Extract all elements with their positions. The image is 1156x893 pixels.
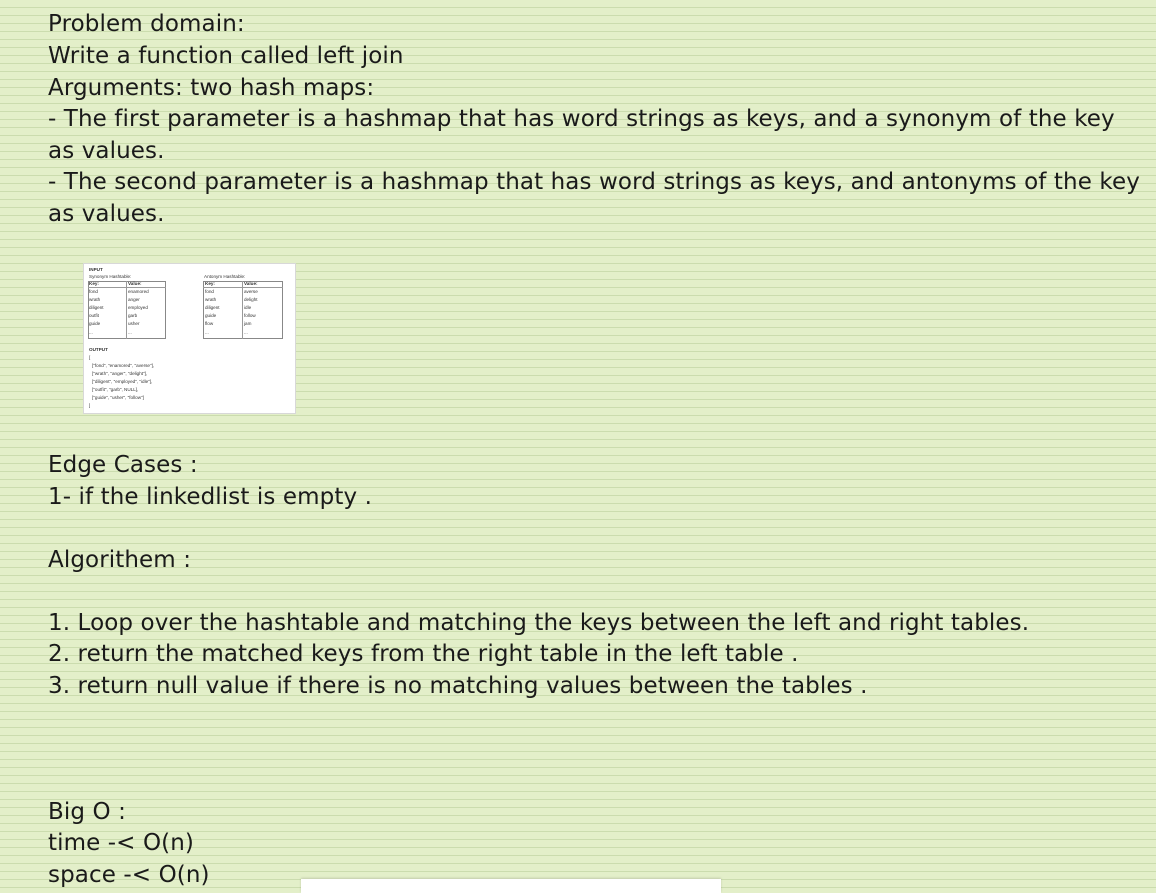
thumb-output-label: OUTPUT (89, 347, 108, 352)
thumb-output-row: ["guide", "usher", "follow"] (92, 395, 144, 400)
thumb-synonym-key: fond (89, 289, 98, 294)
thumb-antonym-value: averse (244, 289, 258, 294)
thumb-synonym-header-rule (88, 287, 166, 288)
thumb-antonym-value: idle (244, 305, 252, 310)
thumb-antonym-key-header: Key: (205, 281, 215, 286)
thumb-antonym-key: fond (205, 289, 214, 294)
thumb-antonym-value: ... (244, 330, 248, 335)
second-parameter-line: - The second parameter is a hashmap that… (48, 169, 1140, 195)
thumb-synonym-key: outfit (89, 313, 99, 318)
thumb-output-row: ["outfit", "garb", NULL], (92, 387, 139, 392)
algorithm-step-3: 3. return null value if there is no matc… (48, 673, 868, 699)
thumb-antonym-key: flow (205, 321, 214, 326)
thumb-synonym-value: usher (128, 321, 140, 326)
edge-case-item: 1- if the linkedlist is empty . (48, 484, 372, 510)
thumb-synonym-value: ... (128, 330, 132, 335)
thumb-output-row: ["fond", "enamored", "averse"], (92, 363, 155, 368)
first-parameter-line: - The first parameter is a hashmap that … (48, 106, 1115, 132)
thumb-antonym-key: diligent (205, 305, 220, 310)
algorithm-heading: Algorithem : (48, 547, 192, 573)
thumb-antonym-divider (242, 281, 243, 339)
bottom-white-panel (301, 879, 721, 893)
thumb-antonym-value: delight (244, 297, 258, 302)
thumb-synonym-divider (126, 281, 127, 339)
algorithm-step-2: 2. return the matched keys from the righ… (48, 641, 799, 667)
thumb-antonym-value: jam (244, 321, 252, 326)
problem-domain-heading: Problem domain: (48, 11, 245, 37)
thumb-antonym-value-header: Value: (244, 281, 258, 286)
thumb-synonym-value: employed (128, 305, 148, 310)
first-parameter-continuation: as values. (48, 138, 165, 164)
thumb-output-open: [ (89, 355, 91, 360)
big-o-time: time -< O(n) (48, 830, 194, 856)
thumb-synonym-key: guide (89, 321, 101, 326)
thumb-synonym-key: wrath (89, 297, 101, 302)
thumb-synonym-value-header: Value: (128, 281, 142, 286)
problem-description: Write a function called left join (48, 43, 404, 69)
thumb-antonym-title: Antonym Hashtable: (204, 274, 246, 279)
thumb-synonym-key: ... (89, 330, 93, 335)
big-o-space: space -< O(n) (48, 862, 210, 888)
thumb-antonym-key: guide (205, 313, 217, 318)
thumb-output-row: ["diligent", "employed", "idle"], (92, 379, 153, 384)
thumb-synonym-value: anger (128, 297, 140, 302)
thumb-output-row: ["wrath", "anger", "delight"], (92, 371, 148, 376)
second-parameter-continuation: as values. (48, 201, 165, 227)
algorithm-step-1: 1. Loop over the hashtable and matching … (48, 610, 1030, 636)
thumb-synonym-value: garb (128, 313, 138, 318)
big-o-heading: Big O : (48, 799, 126, 825)
example-screenshot-thumbnail: INPUT Synonym Hashtable: Antonym Hashtab… (83, 263, 296, 414)
thumb-antonym-key: wrath (205, 297, 217, 302)
thumb-synonym-title: Synonym Hashtable: (89, 274, 132, 279)
thumb-synonym-value: enamored (128, 289, 149, 294)
thumb-synonym-key: diligent (89, 305, 104, 310)
thumb-antonym-value: follow (244, 313, 256, 318)
arguments-line: Arguments: two hash maps: (48, 75, 375, 101)
thumb-antonym-key: ... (205, 330, 209, 335)
thumb-output-close: ] (89, 403, 91, 408)
thumb-input-label: INPUT (89, 267, 103, 272)
thumb-antonym-header-rule (203, 287, 283, 288)
thumb-synonym-key-header: Key: (89, 281, 99, 286)
edge-cases-heading: Edge Cases : (48, 452, 198, 478)
